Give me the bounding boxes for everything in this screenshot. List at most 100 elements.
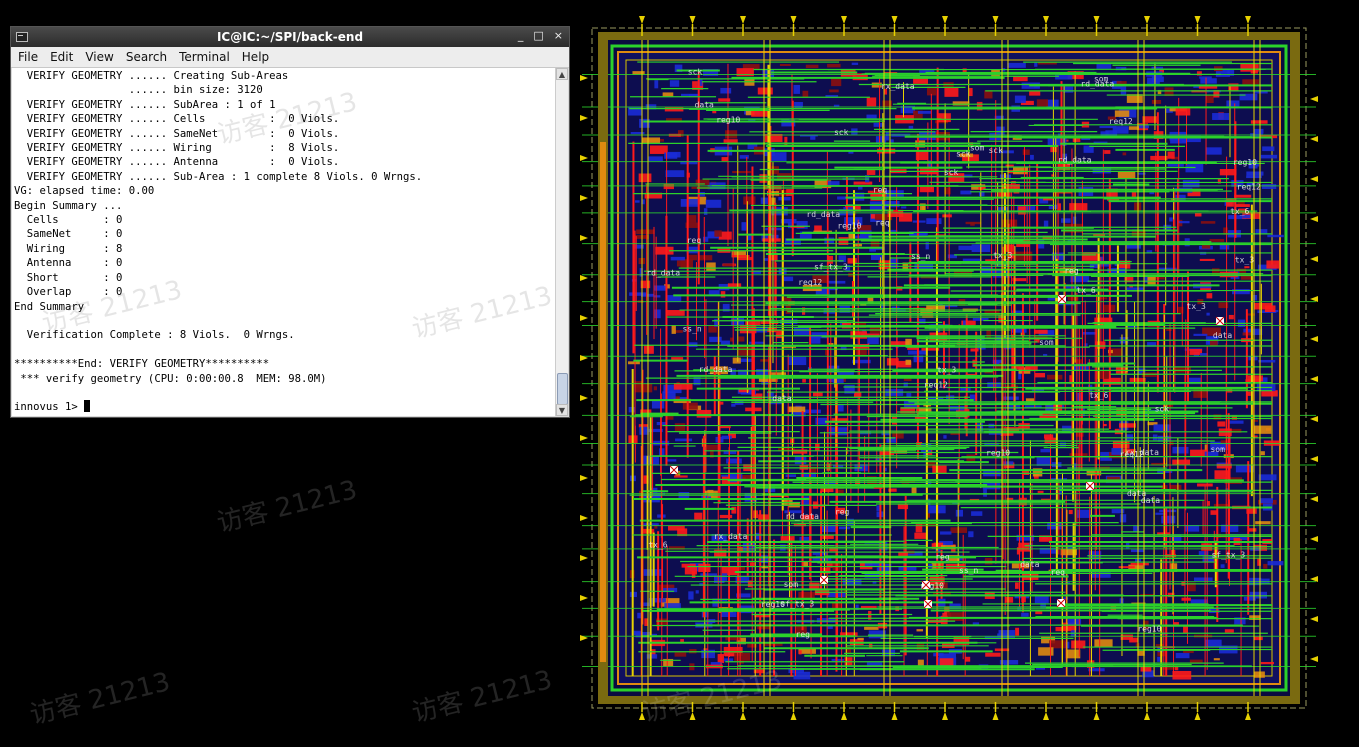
menu-view[interactable]: View (78, 50, 118, 64)
io-pin-top (841, 16, 847, 24)
cell-block (829, 89, 839, 93)
terminal-line: VERIFY GEOMETRY ...... SubArea : 1 of 1 (14, 98, 276, 111)
io-pin-right (1310, 256, 1318, 262)
cell-block (1005, 597, 1014, 603)
cell-block (824, 237, 835, 244)
cell-block (682, 402, 698, 410)
cell-label: reg (935, 553, 950, 562)
cell-block (757, 87, 773, 95)
cell-block (787, 356, 807, 366)
cell-block (1177, 221, 1190, 224)
io-pin-left (580, 555, 588, 561)
window-title: IC@IC:~/SPI/back-end (216, 30, 364, 44)
cell-block (1228, 420, 1244, 424)
cell-block (1244, 266, 1250, 269)
cell-label: data (695, 100, 714, 109)
maximize-button[interactable]: □ (533, 29, 543, 42)
menu-search[interactable]: Search (119, 50, 172, 64)
minimize-button[interactable]: _ (518, 29, 524, 42)
cell-label: data (1213, 331, 1232, 340)
layout-canvas[interactable]: reg10 req12reg10reg10reqregtx_3rd_datareq… (578, 12, 1320, 724)
io-pin-left (580, 595, 588, 601)
cell-block (833, 104, 840, 107)
terminal-line: **********End: VERIFY GEOMETRY********** (14, 358, 270, 371)
cell-label: rd_data (806, 210, 840, 219)
cell-block (1242, 79, 1259, 85)
cell-block (721, 157, 728, 162)
cell-block (1254, 302, 1272, 310)
cell-block (898, 566, 917, 571)
scroll-up-arrow-icon[interactable]: ▲ (556, 68, 568, 80)
cell-block (958, 245, 973, 251)
cell-block (1013, 167, 1029, 175)
cell-label: sf_tx_3 (1211, 551, 1245, 560)
cell-block (783, 276, 794, 282)
cell-block (919, 186, 935, 193)
cell-block (798, 650, 802, 655)
cell-block (1142, 116, 1159, 123)
cell-block (838, 526, 850, 530)
cell-label: tx_6 (648, 541, 667, 550)
cell-block (695, 590, 699, 594)
cell-block (662, 92, 674, 97)
scroll-down-arrow-icon[interactable]: ▼ (556, 404, 568, 416)
cell-label: ss_n (911, 252, 930, 261)
cell-label: reg10 (1137, 625, 1161, 634)
cell-block (675, 438, 693, 442)
cell-block (1070, 275, 1090, 283)
cell-block (917, 110, 932, 114)
cell-block (1260, 661, 1274, 665)
chip-layout-view[interactable]: reg10 req12 reg10 reg10 req reg tx_3 rd_data req… (578, 12, 1320, 724)
cell-block (666, 459, 677, 462)
cell-block (968, 531, 974, 538)
cell-block (1169, 217, 1173, 222)
cell-block (703, 208, 708, 215)
cell-label: sf_tx_3 (780, 600, 814, 609)
cell-block (901, 206, 907, 209)
cell-block (706, 262, 716, 272)
cell-block (1205, 147, 1222, 155)
io-pin-right (1310, 656, 1318, 662)
terminal-window[interactable]: IC@IC:~/SPI/back-end _ □ × File Edit Vie… (10, 26, 570, 418)
cell-block (1260, 498, 1273, 504)
cell-label: rx_data (881, 82, 915, 91)
cell-block (1128, 126, 1139, 130)
cell-block (643, 345, 654, 354)
menu-terminal[interactable]: Terminal (172, 50, 235, 64)
cell-block (1175, 108, 1191, 116)
io-pin-left (580, 155, 588, 161)
close-button[interactable]: × (554, 29, 563, 42)
cell-block (867, 337, 879, 345)
cell-label: sck (834, 128, 849, 137)
cell-block (851, 62, 859, 65)
cell-block (1200, 353, 1208, 356)
cell-label: req (1051, 568, 1066, 577)
cell-label: req12 (1109, 117, 1133, 126)
cell-label: data (1127, 489, 1146, 498)
cell-block (829, 427, 848, 436)
scrollbar-thumb[interactable] (557, 373, 568, 405)
cell-label: reg10 (1233, 158, 1257, 167)
cell-block (634, 381, 643, 388)
cell-label: req (873, 186, 888, 195)
menu-edit[interactable]: Edit (43, 50, 78, 64)
cell-block (1217, 421, 1226, 427)
cell-block (664, 107, 684, 112)
menu-help[interactable]: Help (235, 50, 274, 64)
cell-block (1209, 340, 1218, 346)
cell-label: sck (956, 149, 971, 158)
cell-block (866, 97, 877, 107)
menu-file[interactable]: File (11, 50, 43, 64)
terminal-scrollbar[interactable]: ▲ ▼ (555, 68, 568, 416)
terminal-output[interactable]: VERIFY GEOMETRY ...... Creating Sub-Area… (12, 68, 555, 416)
terminal-text: VERIFY GEOMETRY ...... Creating Sub-Area… (12, 68, 555, 415)
cell-block (805, 64, 819, 69)
io-pin-bottom (790, 712, 797, 720)
cell-block (636, 229, 655, 235)
cell-block (976, 423, 984, 432)
terminal-titlebar[interactable]: IC@IC:~/SPI/back-end _ □ × (11, 27, 569, 47)
cell-label: sck (1155, 405, 1170, 414)
cell-block (810, 135, 816, 140)
cell-label: ss_n (682, 324, 701, 333)
io-pin-bottom (891, 712, 898, 720)
